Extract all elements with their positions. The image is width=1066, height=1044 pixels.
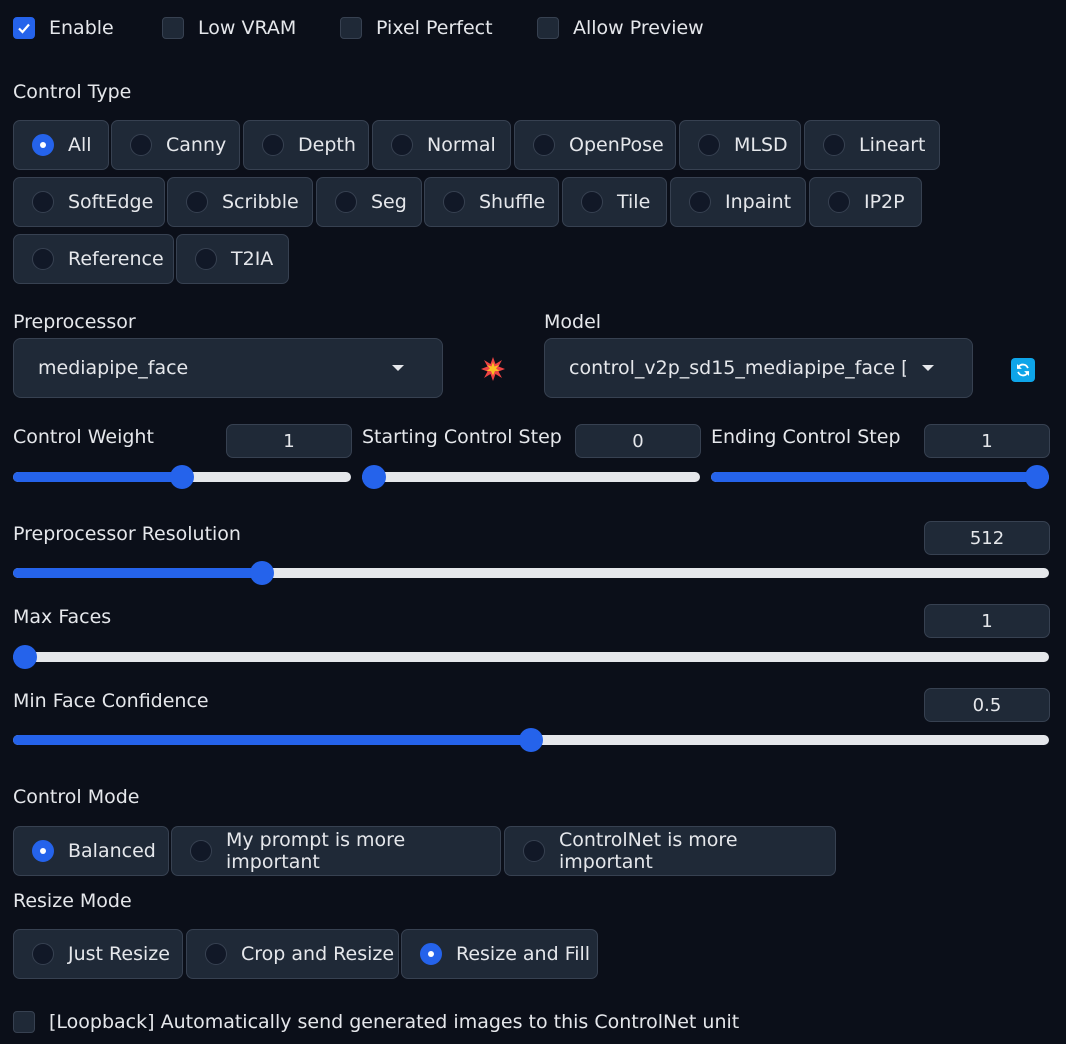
ending-step-label: Ending Control Step	[711, 426, 901, 448]
starting-step-slider[interactable]	[362, 465, 700, 489]
refresh-icon[interactable]	[1011, 358, 1035, 382]
chevron-down-icon	[392, 365, 404, 371]
starting-step-input[interactable]: 0	[575, 424, 701, 458]
control-type-option[interactable]: Lineart	[804, 120, 940, 170]
max-faces-label: Max Faces	[13, 606, 112, 628]
slider-handle[interactable]	[519, 728, 543, 752]
ending-step-input[interactable]: 1	[924, 424, 1050, 458]
preprocessor-value: mediapipe_face	[38, 357, 189, 379]
enable-label: Enable	[49, 17, 114, 39]
control-type-option[interactable]: Reference	[13, 234, 174, 284]
preprocessor-label: Preprocessor	[13, 311, 136, 333]
resolution-slider[interactable]	[13, 561, 1049, 585]
resolution-label: Preprocessor Resolution	[13, 523, 241, 545]
control-type-option[interactable]: All	[13, 120, 109, 170]
control-type-option[interactable]: Inpaint	[670, 177, 806, 227]
resize-mode-option[interactable]: Resize and Fill	[401, 929, 598, 979]
loopback-checkbox[interactable]: [Loopback] Automatically send generated …	[13, 1007, 739, 1037]
control-mode-option[interactable]: My prompt is more important	[171, 826, 501, 876]
pixel-perfect-label: Pixel Perfect	[376, 17, 493, 39]
model-label: Model	[544, 311, 602, 333]
control-weight-slider[interactable]	[13, 465, 351, 489]
chevron-down-icon	[922, 365, 934, 371]
radio-selected-icon	[32, 134, 54, 156]
pixel-perfect-checkbox[interactable]: Pixel Perfect	[340, 13, 493, 43]
control-type-option[interactable]: Tile	[562, 177, 667, 227]
radio-selected-icon	[32, 840, 54, 862]
slider-handle[interactable]	[1025, 465, 1049, 489]
radio-selected-icon	[420, 943, 442, 965]
explosion-icon[interactable]	[480, 356, 506, 382]
resize-mode-option[interactable]: Just Resize	[13, 929, 183, 979]
model-dropdown[interactable]: control_v2p_sd15_mediapipe_face [9c7	[544, 338, 973, 398]
low-vram-checkbox[interactable]: Low VRAM	[162, 13, 296, 43]
control-type-option[interactable]: IP2P	[809, 177, 922, 227]
control-weight-input[interactable]: 1	[226, 424, 352, 458]
control-type-option[interactable]: Seg	[316, 177, 422, 227]
slider-handle[interactable]	[170, 465, 194, 489]
control-type-option[interactable]: SoftEdge	[13, 177, 165, 227]
allow-preview-checkbox[interactable]: Allow Preview	[537, 13, 704, 43]
resolution-input[interactable]: 512	[924, 521, 1050, 555]
control-type-heading: Control Type	[13, 81, 132, 103]
min-confidence-input[interactable]: 0.5	[924, 688, 1050, 722]
resize-mode-heading: Resize Mode	[13, 890, 132, 912]
preprocessor-dropdown[interactable]: mediapipe_face	[13, 338, 443, 398]
slider-handle[interactable]	[249, 561, 274, 585]
max-faces-slider[interactable]	[13, 645, 1049, 669]
min-confidence-slider[interactable]	[13, 728, 1049, 752]
control-type-option[interactable]: OpenPose	[514, 120, 676, 170]
control-type-option[interactable]: MLSD	[679, 120, 801, 170]
control-type-option[interactable]: Depth	[243, 120, 369, 170]
check-icon	[13, 17, 35, 39]
low-vram-label: Low VRAM	[198, 17, 297, 39]
starting-step-label: Starting Control Step	[362, 426, 562, 448]
control-mode-heading: Control Mode	[13, 786, 140, 808]
slider-handle[interactable]	[362, 465, 386, 489]
enable-checkbox[interactable]: Enable	[13, 13, 114, 43]
model-value: control_v2p_sd15_mediapipe_face [9c7	[569, 357, 906, 379]
min-confidence-label: Min Face Confidence	[13, 690, 209, 712]
control-type-option[interactable]: Shuffle	[424, 177, 559, 227]
control-mode-option[interactable]: ControlNet is more important	[504, 826, 836, 876]
ending-step-slider[interactable]	[711, 465, 1049, 489]
resize-mode-option[interactable]: Crop and Resize	[186, 929, 399, 979]
slider-handle[interactable]	[13, 645, 37, 669]
control-type-option[interactable]: T2IA	[176, 234, 289, 284]
control-type-option[interactable]: Scribble	[167, 177, 313, 227]
loopback-label: [Loopback] Automatically send generated …	[49, 1011, 740, 1033]
control-type-option[interactable]: Canny	[111, 120, 240, 170]
max-faces-input[interactable]: 1	[924, 604, 1050, 638]
control-type-option[interactable]: Normal	[372, 120, 511, 170]
control-weight-label: Control Weight	[13, 426, 154, 448]
control-mode-option[interactable]: Balanced	[13, 826, 169, 876]
allow-preview-label: Allow Preview	[573, 17, 704, 39]
